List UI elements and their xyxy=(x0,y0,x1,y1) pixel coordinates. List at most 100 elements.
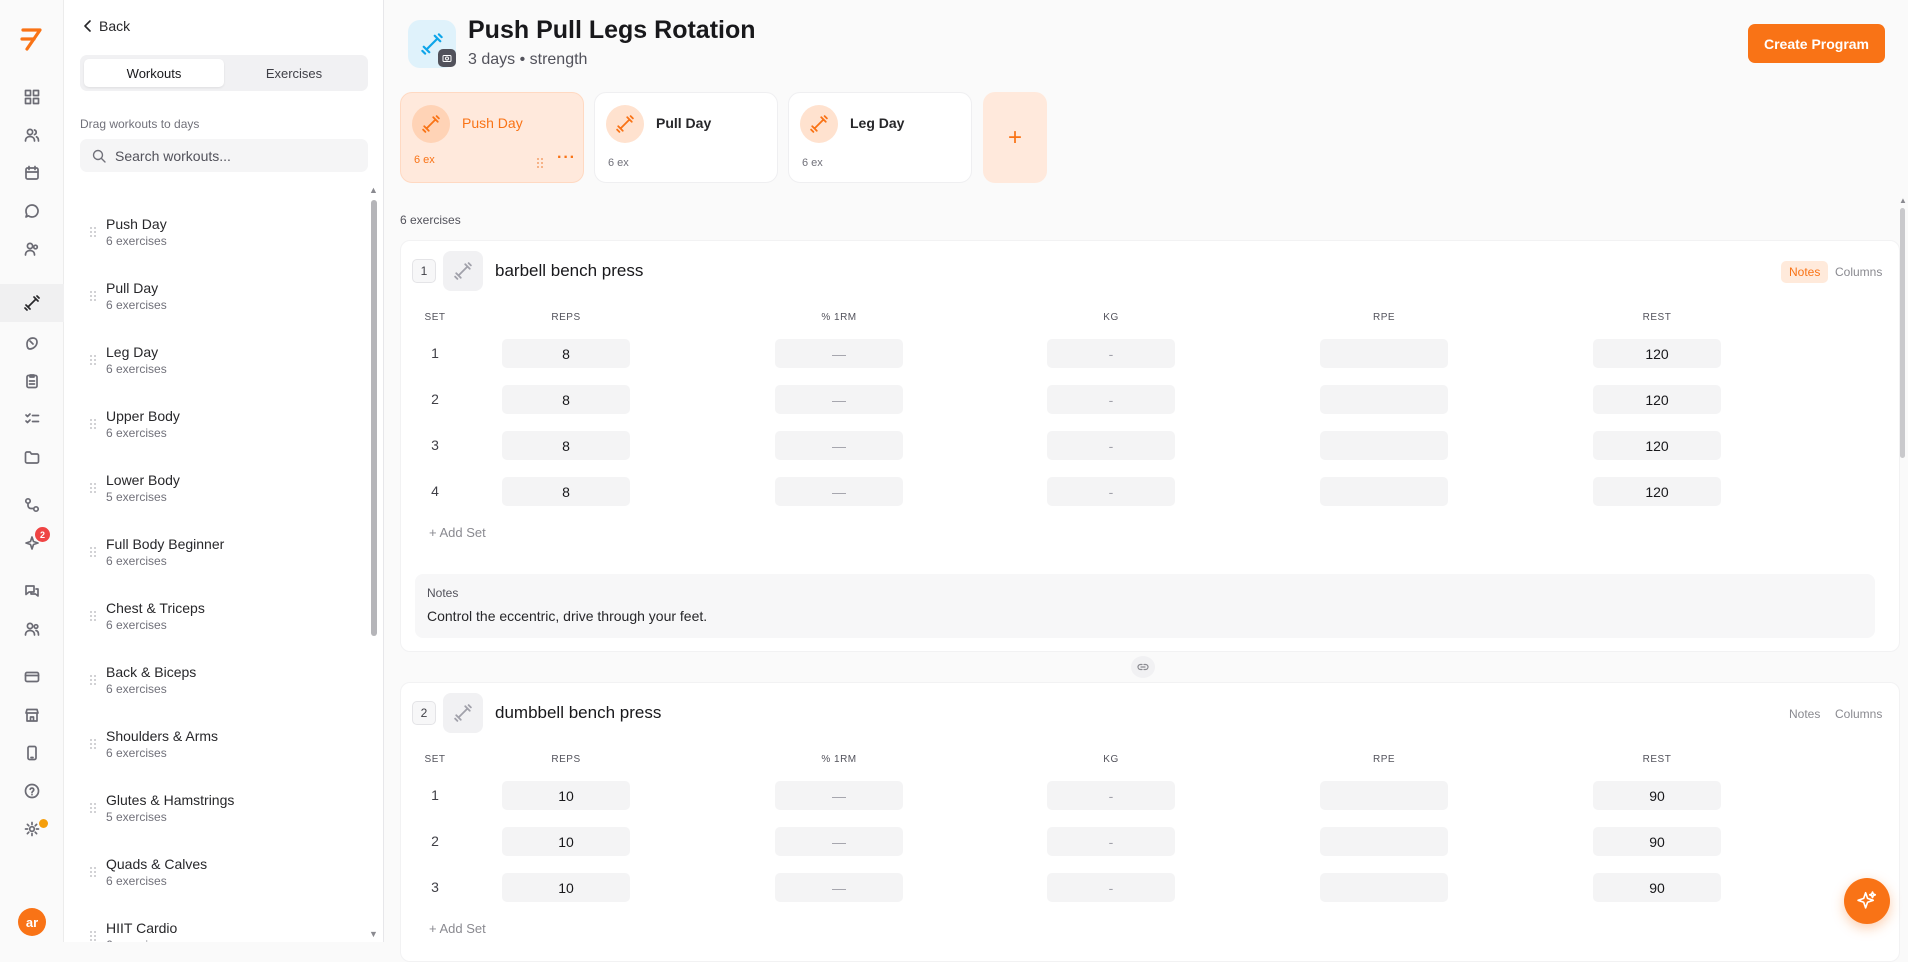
rest-input[interactable]: 120 xyxy=(1593,477,1721,506)
checklist-icon[interactable] xyxy=(0,400,64,438)
pct-input[interactable]: — xyxy=(775,385,903,414)
day-card[interactable]: Pull Day 6 ex xyxy=(594,92,778,183)
exercise-notes[interactable]: Notes Control the eccentric, drive throug… xyxy=(415,574,1875,638)
rest-input[interactable]: 90 xyxy=(1593,781,1721,810)
workout-list-item[interactable]: Lower Body 5 exercises xyxy=(80,462,360,514)
app-logo-icon[interactable] xyxy=(17,24,47,54)
rest-input[interactable]: 120 xyxy=(1593,339,1721,368)
rest-input[interactable]: 120 xyxy=(1593,385,1721,414)
workout-list-item[interactable]: Shoulders & Arms 6 exercises xyxy=(80,718,360,770)
camera-icon[interactable] xyxy=(438,49,456,67)
rpe-input[interactable] xyxy=(1320,385,1448,414)
back-button[interactable]: Back xyxy=(83,18,130,34)
clients-icon[interactable] xyxy=(0,116,64,154)
notes-toggle-button[interactable]: Notes xyxy=(1781,703,1828,725)
drag-handle-icon[interactable] xyxy=(80,867,106,877)
drag-handle-icon[interactable] xyxy=(80,355,106,365)
scroll-down-arrow[interactable]: ▼ xyxy=(369,929,378,939)
pct-input[interactable]: — xyxy=(775,477,903,506)
drag-handle-icon[interactable] xyxy=(80,419,106,429)
pct-input[interactable]: — xyxy=(775,339,903,368)
messages-icon[interactable] xyxy=(0,572,64,610)
workout-list-item[interactable]: Push Day 6 exercises xyxy=(80,206,360,258)
more-options-icon[interactable]: ··· xyxy=(557,149,576,167)
drag-handle-icon[interactable] xyxy=(537,155,543,173)
rest-input[interactable]: 120 xyxy=(1593,431,1721,460)
rpe-input[interactable] xyxy=(1320,339,1448,368)
rpe-input[interactable] xyxy=(1320,873,1448,902)
scrollbar-thumb[interactable] xyxy=(371,200,377,636)
kg-input[interactable]: - xyxy=(1047,477,1175,506)
pct-input[interactable]: — xyxy=(775,827,903,856)
chat-icon[interactable] xyxy=(0,192,64,230)
automation-icon[interactable] xyxy=(0,486,64,524)
drag-handle-icon[interactable] xyxy=(80,803,106,813)
scrollbar-thumb[interactable] xyxy=(1900,208,1905,458)
reps-input[interactable]: 10 xyxy=(502,827,630,856)
workout-list-item[interactable]: Pull Day 6 exercises xyxy=(80,270,360,322)
drag-handle-icon[interactable] xyxy=(80,611,106,621)
nutrition-icon[interactable] xyxy=(0,324,64,362)
kg-input[interactable]: - xyxy=(1047,827,1175,856)
exercise-image-icon[interactable] xyxy=(443,251,483,291)
workout-list-item[interactable]: Glutes & Hamstrings 5 exercises xyxy=(80,782,360,834)
reps-input[interactable]: 10 xyxy=(502,781,630,810)
day-card[interactable]: Leg Day 6 ex xyxy=(788,92,972,183)
reps-input[interactable]: 8 xyxy=(502,339,630,368)
program-title[interactable]: Push Pull Legs Rotation xyxy=(468,16,756,45)
add-day-button[interactable]: + xyxy=(983,92,1047,183)
drag-handle-icon[interactable] xyxy=(80,931,106,941)
ai-sparkle-icon[interactable]: 2 xyxy=(0,524,64,562)
columns-button[interactable]: Columns xyxy=(1827,703,1890,725)
settings-gear-icon[interactable] xyxy=(0,810,64,848)
reps-input[interactable]: 8 xyxy=(502,385,630,414)
workout-list-item[interactable]: Upper Body 6 exercises xyxy=(80,398,360,450)
ai-assistant-button[interactable] xyxy=(1844,878,1890,924)
reps-input[interactable]: 10 xyxy=(502,873,630,902)
team-icon[interactable] xyxy=(0,230,64,268)
scroll-up-arrow[interactable]: ▲ xyxy=(1899,196,1907,205)
workout-list-item[interactable]: Quads & Calves 6 exercises xyxy=(80,846,360,898)
reps-input[interactable]: 8 xyxy=(502,431,630,460)
day-card[interactable]: Push Day 6 ex ··· xyxy=(400,92,584,183)
pct-input[interactable]: — xyxy=(775,431,903,460)
help-icon[interactable] xyxy=(0,772,64,810)
drag-handle-icon[interactable] xyxy=(80,227,106,237)
billing-card-icon[interactable] xyxy=(0,658,64,696)
kg-input[interactable]: - xyxy=(1047,385,1175,414)
rpe-input[interactable] xyxy=(1320,477,1448,506)
tab-workouts[interactable]: Workouts xyxy=(84,59,224,87)
drag-handle-icon[interactable] xyxy=(80,675,106,685)
rest-input[interactable]: 90 xyxy=(1593,873,1721,902)
tab-exercises[interactable]: Exercises xyxy=(224,59,364,87)
rest-input[interactable]: 90 xyxy=(1593,827,1721,856)
exercise-name[interactable]: barbell bench press xyxy=(495,261,643,281)
main-scrollbar[interactable]: ▲ xyxy=(1899,196,1907,942)
pct-input[interactable]: — xyxy=(775,781,903,810)
rpe-input[interactable] xyxy=(1320,431,1448,460)
rpe-input[interactable] xyxy=(1320,827,1448,856)
kg-input[interactable]: - xyxy=(1047,431,1175,460)
clipboard-icon[interactable] xyxy=(0,362,64,400)
workout-list-item[interactable]: Chest & Triceps 6 exercises xyxy=(80,590,360,642)
exercise-name[interactable]: dumbbell bench press xyxy=(495,703,661,723)
dashboard-icon[interactable] xyxy=(0,78,64,116)
drag-handle-icon[interactable] xyxy=(80,739,106,749)
pct-input[interactable]: — xyxy=(775,873,903,902)
store-icon[interactable] xyxy=(0,696,64,734)
add-set-button[interactable]: + Add Set xyxy=(429,921,486,936)
community-icon[interactable] xyxy=(0,610,64,648)
user-avatar[interactable]: ar xyxy=(18,908,46,936)
kg-input[interactable]: - xyxy=(1047,781,1175,810)
columns-button[interactable]: Columns xyxy=(1827,261,1890,283)
search-input[interactable] xyxy=(115,147,345,164)
kg-input[interactable]: - xyxy=(1047,339,1175,368)
workout-list-item[interactable]: Back & Biceps 6 exercises xyxy=(80,654,360,706)
workout-list-item[interactable]: Leg Day 6 exercises xyxy=(80,334,360,386)
superset-link-icon[interactable] xyxy=(1131,656,1155,678)
mobile-icon[interactable] xyxy=(0,734,64,772)
drag-handle-icon[interactable] xyxy=(80,547,106,557)
reps-input[interactable]: 8 xyxy=(502,477,630,506)
workouts-icon[interactable] xyxy=(0,284,64,322)
kg-input[interactable]: - xyxy=(1047,873,1175,902)
